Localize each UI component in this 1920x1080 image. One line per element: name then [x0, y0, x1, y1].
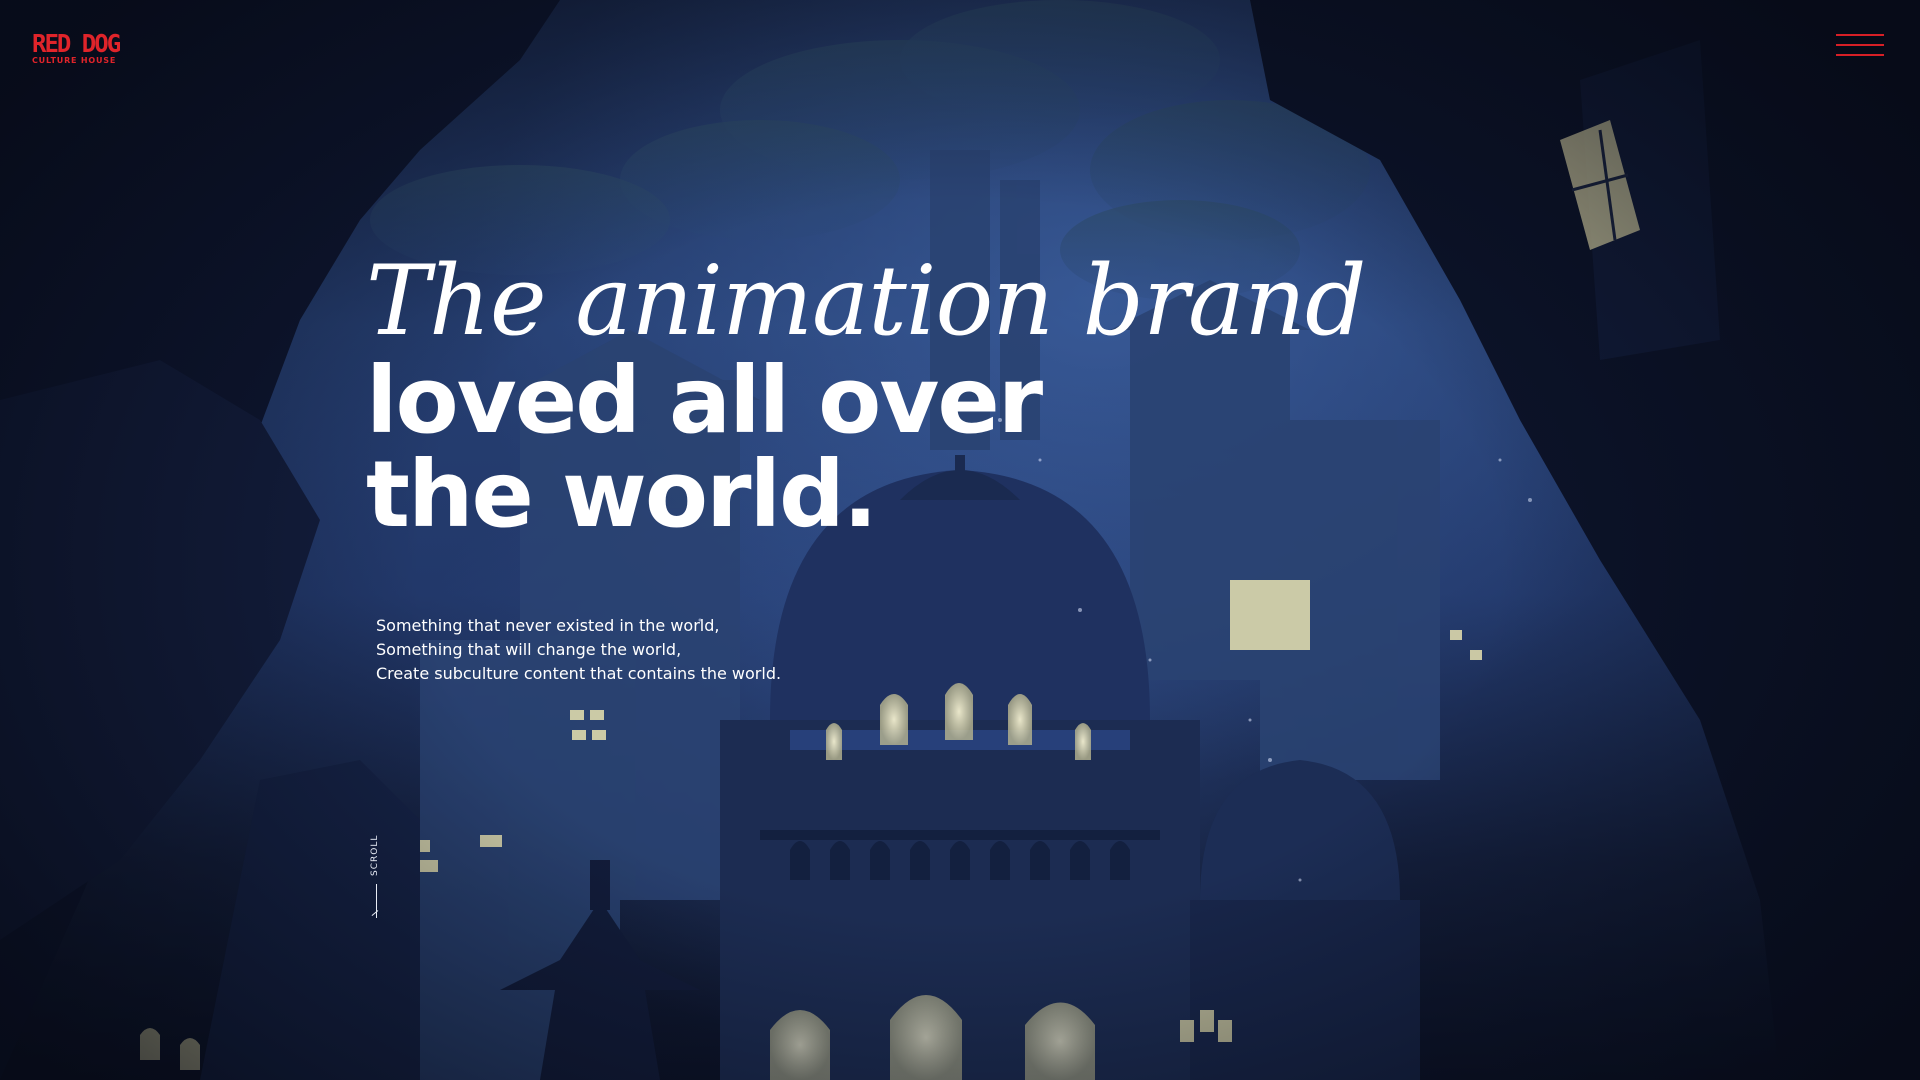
tagline-line-2: Something that will change the world, [376, 640, 682, 659]
arrow-down-icon [371, 910, 379, 917]
site-header: RED DOG CULTURE HOUSE [0, 0, 1920, 100]
brand-logo[interactable]: RED DOG CULTURE HOUSE [32, 28, 121, 65]
menu-bar-middle [1836, 44, 1884, 46]
scroll-line [376, 884, 377, 918]
headline-bold-line-1: loved all over [366, 347, 1043, 454]
hamburger-icon[interactable] [1836, 30, 1888, 60]
headline-bold-line-2: the world. [366, 441, 878, 548]
dome-building [720, 455, 1200, 1080]
logo-wordmark: RED DOG [32, 28, 121, 59]
hero-section: RED DOG CULTURE HOUSE The animation bran… [0, 0, 1920, 1080]
tagline-line-3: Create subculture content that contains … [376, 664, 782, 683]
right-dome [1180, 760, 1420, 1080]
scroll-indicator[interactable]: SCROLL [368, 834, 394, 920]
hero-tagline: Something that never existed in the worl… [376, 614, 781, 686]
menu-bar-bottom [1836, 54, 1884, 56]
tagline-line-1: Something that never existed in the worl… [376, 616, 720, 635]
scroll-label: SCROLL [370, 834, 380, 876]
headline-italic-line: The animation brand [366, 245, 1366, 357]
hero-headline: The animation brand loved all over the w… [366, 248, 1366, 542]
menu-bar-top [1836, 34, 1884, 36]
left-windows [140, 1028, 200, 1070]
